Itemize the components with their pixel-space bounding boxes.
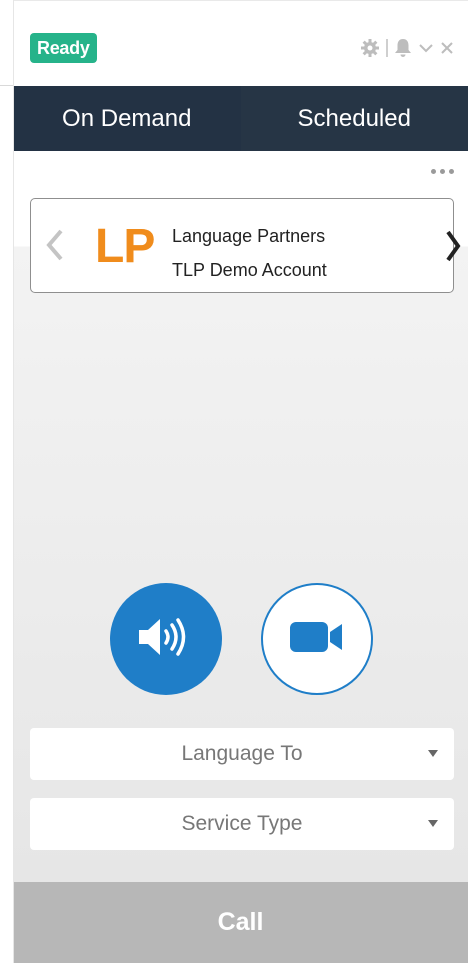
more-options-icon[interactable] <box>431 169 454 174</box>
widget-panel: Ready On Demand Scheduled LP Language Pa… <box>13 0 468 963</box>
panel-left-border <box>13 0 14 963</box>
service-type-select[interactable]: Service Type <box>30 798 454 850</box>
account-logo: LP <box>95 220 155 273</box>
audio-call-button[interactable] <box>110 583 222 695</box>
main-content: LP Language Partners TLP Demo Account La… <box>13 151 468 882</box>
header-bar: Ready <box>13 0 468 86</box>
icon-divider <box>386 39 388 57</box>
language-to-select[interactable]: Language To <box>30 728 454 780</box>
chevron-right-icon[interactable] <box>445 230 461 267</box>
account-name: Language Partners <box>172 226 326 246</box>
status-badge[interactable]: Ready <box>30 33 97 63</box>
tab-on-demand[interactable]: On Demand <box>13 86 241 151</box>
caret-down-icon <box>428 820 438 827</box>
video-camera-icon <box>288 618 346 661</box>
chevron-left-icon[interactable] <box>45 229 65 266</box>
call-button[interactable]: Call <box>13 882 468 963</box>
video-call-button[interactable] <box>261 583 373 695</box>
tab-scheduled[interactable]: Scheduled <box>240 86 468 151</box>
tab-bar: On Demand Scheduled <box>13 86 468 151</box>
gear-icon[interactable] <box>360 38 380 58</box>
speaker-icon <box>136 615 196 664</box>
chevron-down-icon[interactable] <box>418 42 434 54</box>
account-info: Language Partners TLP Demo Account <box>172 219 327 287</box>
header-icons <box>360 38 454 58</box>
caret-down-icon <box>428 750 438 757</box>
account-card: LP Language Partners TLP Demo Account <box>30 198 461 293</box>
close-icon[interactable] <box>440 41 454 55</box>
outer-divider <box>0 85 13 86</box>
language-to-placeholder: Language To <box>181 742 303 765</box>
service-type-placeholder: Service Type <box>181 812 303 835</box>
bell-icon[interactable] <box>394 38 412 58</box>
account-subname: TLP Demo Account <box>172 260 327 280</box>
